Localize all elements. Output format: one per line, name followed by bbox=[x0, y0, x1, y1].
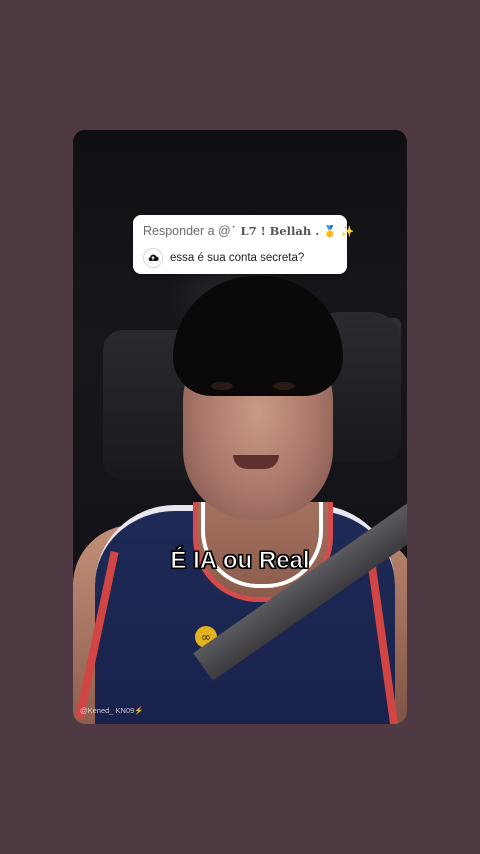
reply-body: essa é sua conta secreta? bbox=[143, 248, 304, 268]
reply-prefix: Responder a @ bbox=[143, 224, 231, 238]
reply-handle[interactable]: ˙ L7 ! Bellah . bbox=[231, 224, 324, 238]
medal-sparkle-icon: 🥇 ✨ bbox=[323, 225, 355, 238]
reply-sticker[interactable]: Responder a @˙ L7 ! Bellah . 🥇 ✨ essa é … bbox=[133, 215, 354, 274]
person-right-eye bbox=[273, 382, 295, 390]
creator-watermark: @Kened_ KN09⚡ bbox=[80, 706, 144, 715]
video-caption: É IA ou Real bbox=[170, 547, 310, 575]
person-mouth bbox=[233, 455, 279, 469]
cloud-upload-icon bbox=[143, 248, 163, 268]
person-left-eye bbox=[211, 382, 233, 390]
reply-header: Responder a @˙ L7 ! Bellah . 🥇 ✨ bbox=[143, 224, 354, 238]
reply-question: essa é sua conta secreta? bbox=[170, 252, 305, 264]
story-screen: ∞ Responder a @˙ L7 ! Bellah . 🥇 ✨ essa … bbox=[0, 0, 480, 854]
